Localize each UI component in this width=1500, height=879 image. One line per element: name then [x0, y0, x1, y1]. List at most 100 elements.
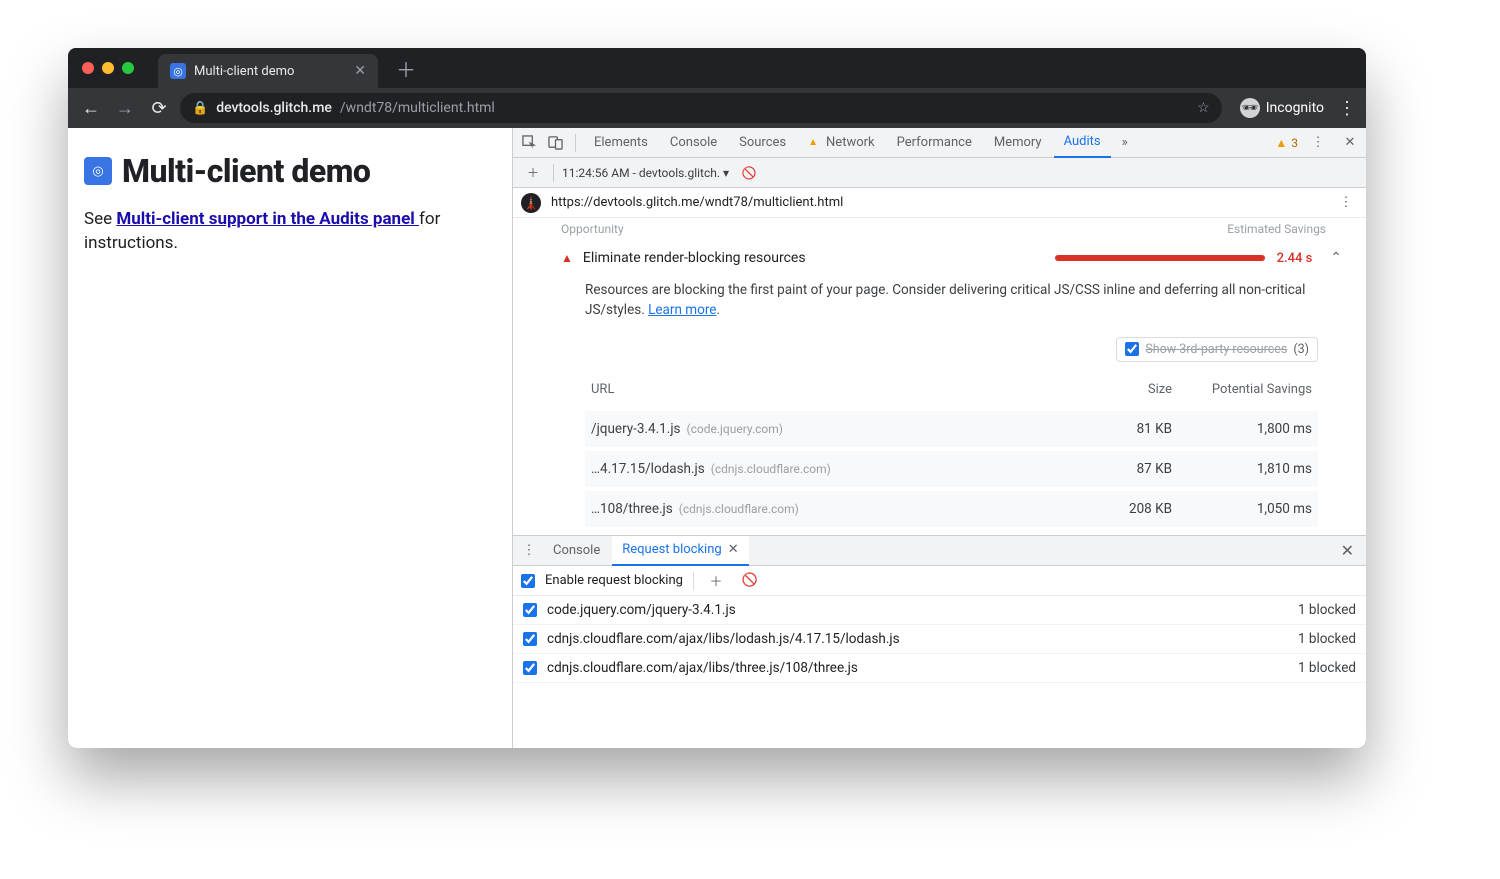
devtools-settings-icon[interactable]: ⋮: [1306, 131, 1330, 155]
table-row[interactable]: …108/three.js (cdnjs.cloudflare.com) 208…: [585, 487, 1318, 527]
tab-elements[interactable]: Elements: [584, 128, 658, 158]
browser-window: ◎ Multi-client demo ✕ ＋ ← → ⟳ 🔒 devtools…: [68, 48, 1366, 748]
tab-sources[interactable]: Sources: [729, 128, 796, 158]
warning-icon: ▲: [1275, 136, 1287, 150]
window-titlebar: ◎ Multi-client demo ✕ ＋: [68, 48, 1366, 88]
tab-close-icon[interactable]: ✕: [354, 63, 366, 79]
close-window-button[interactable]: [82, 62, 94, 74]
block-pattern: cdnjs.cloudflare.com/ajax/libs/lodash.js…: [547, 631, 900, 647]
block-row[interactable]: cdnjs.cloudflare.com/ajax/libs/lodash.js…: [513, 625, 1366, 654]
th-size: Size: [1062, 382, 1172, 397]
url-host: devtools.glitch.me: [216, 100, 332, 116]
remove-all-button[interactable]: 🚫: [738, 569, 762, 593]
block-row-checkbox[interactable]: [523, 603, 537, 617]
clear-audit-icon[interactable]: 🚫: [737, 161, 761, 185]
drawer-menu-icon[interactable]: ⋮: [517, 539, 541, 563]
audit-url-menu-icon[interactable]: ⋮: [1334, 191, 1358, 215]
lighthouse-icon: 🗼: [521, 193, 541, 213]
block-pattern: cdnjs.cloudflare.com/ajax/libs/three.js/…: [547, 660, 858, 676]
tab-title: Multi-client demo: [194, 64, 294, 79]
url-path: /wndt78/multiclient.html: [340, 100, 495, 116]
new-tab-button[interactable]: ＋: [396, 54, 416, 83]
block-count: 1 blocked: [1298, 602, 1356, 618]
more-tabs-icon[interactable]: »: [1113, 131, 1137, 155]
devtools-close-icon[interactable]: ✕: [1338, 131, 1362, 155]
tab-favicon: ◎: [170, 63, 186, 79]
fail-icon: ▲: [561, 251, 573, 265]
request-blocking-toolbar: Enable request blocking ＋ 🚫: [513, 566, 1366, 596]
audit-item: ▲ Eliminate render-blocking resources 2.…: [529, 242, 1350, 535]
opportunity-label: Opportunity: [561, 222, 624, 236]
page-heading: Multi-client demo: [122, 152, 370, 190]
savings-bar: [1055, 255, 1265, 261]
block-count: 1 blocked: [1298, 631, 1356, 647]
third-party-toggle[interactable]: Show 3rd-party resources (3): [1116, 337, 1318, 362]
block-pattern: code.jquery.com/jquery-3.4.1.js: [547, 602, 736, 618]
audited-url: https://devtools.glitch.me/wndt78/multic…: [551, 195, 843, 210]
block-row[interactable]: cdnjs.cloudflare.com/ajax/libs/three.js/…: [513, 654, 1366, 683]
url-input[interactable]: 🔒 devtools.glitch.me/wndt78/multiclient.…: [180, 93, 1222, 123]
content-area: ◎ Multi-client demo See Multi-client sup…: [68, 128, 1366, 748]
window-controls: [82, 62, 134, 74]
add-pattern-button[interactable]: ＋: [704, 569, 728, 593]
block-list: code.jquery.com/jquery-3.4.1.js 1 blocke…: [513, 596, 1366, 683]
tab-network[interactable]: Network: [798, 128, 885, 158]
th-savings: Potential Savings: [1172, 382, 1312, 398]
audit-run-select[interactable]: 11:24:56 AM - devtools.glitch. ▾: [562, 166, 729, 180]
audit-savings: 2.44 s: [1277, 251, 1313, 266]
audit-body: Opportunity Estimated Savings ▲ Eliminat…: [513, 218, 1366, 748]
resources-table: URL Size Potential Savings /jquery-3.4.1…: [585, 372, 1318, 528]
lock-icon: 🔒: [192, 101, 208, 116]
block-row[interactable]: code.jquery.com/jquery-3.4.1.js 1 blocke…: [513, 596, 1366, 625]
address-bar: ← → ⟳ 🔒 devtools.glitch.me/wndt78/multic…: [68, 88, 1366, 128]
drawer-tab-request-blocking[interactable]: Request blocking ✕: [612, 536, 748, 566]
third-party-checkbox[interactable]: [1125, 342, 1139, 356]
th-url: URL: [591, 382, 1062, 397]
page-paragraph: See Multi-client support in the Audits p…: [84, 208, 496, 256]
enable-blocking-label: Enable request blocking: [545, 573, 683, 588]
back-button[interactable]: ←: [78, 95, 104, 121]
audit-title: Eliminate render-blocking resources: [583, 250, 806, 266]
table-header: URL Size Potential Savings: [585, 372, 1318, 408]
devtools-panel: Elements Console Sources Network Perform…: [512, 128, 1366, 748]
page-link[interactable]: Multi-client support in the Audits panel: [116, 209, 419, 229]
audits-toolbar: ＋ 11:24:56 AM - devtools.glitch. ▾ 🚫: [513, 158, 1366, 188]
tab-console[interactable]: Console: [660, 128, 727, 158]
audit-description: Resources are blocking the first paint o…: [561, 280, 1342, 321]
audit-title-row[interactable]: ▲ Eliminate render-blocking resources 2.…: [561, 250, 1342, 266]
browser-tab[interactable]: ◎ Multi-client demo ✕: [158, 54, 378, 88]
incognito-indicator[interactable]: 🕶 Incognito: [1240, 98, 1324, 118]
opportunity-header: Opportunity Estimated Savings: [529, 218, 1350, 242]
third-party-label: Show 3rd-party resources: [1145, 342, 1287, 357]
webpage-viewport: ◎ Multi-client demo See Multi-client sup…: [68, 128, 512, 748]
block-row-checkbox[interactable]: [523, 632, 537, 646]
browser-menu-button[interactable]: ⋮: [1338, 98, 1356, 119]
table-row[interactable]: /jquery-3.4.1.js (code.jquery.com) 81 KB…: [585, 407, 1318, 447]
device-toggle-icon[interactable]: [543, 131, 567, 155]
learn-more-link[interactable]: Learn more: [648, 302, 716, 318]
warnings-badge[interactable]: ▲ 3: [1275, 136, 1298, 150]
incognito-label: Incognito: [1266, 100, 1324, 116]
chevron-up-icon[interactable]: ⌃: [1330, 250, 1342, 266]
block-row-checkbox[interactable]: [523, 661, 537, 675]
star-icon[interactable]: ☆: [1197, 100, 1210, 116]
reload-button[interactable]: ⟳: [146, 95, 172, 121]
table-row[interactable]: …4.17.15/lodash.js (cdnjs.cloudflare.com…: [585, 447, 1318, 487]
maximize-window-button[interactable]: [122, 62, 134, 74]
savings-bar-fill: [1055, 255, 1265, 261]
tab-audits[interactable]: Audits: [1054, 128, 1111, 158]
drawer-tab-close-icon[interactable]: ✕: [728, 542, 739, 557]
drawer-tabstrip: ⋮ Console Request blocking ✕ ✕: [513, 536, 1366, 566]
est-savings-label: Estimated Savings: [1227, 222, 1326, 236]
forward-button[interactable]: →: [112, 95, 138, 121]
inspect-element-icon[interactable]: [517, 131, 541, 155]
new-audit-button[interactable]: ＋: [521, 161, 545, 185]
audited-url-bar: 🗼 https://devtools.glitch.me/wndt78/mult…: [513, 188, 1366, 218]
tab-memory[interactable]: Memory: [984, 128, 1052, 158]
enable-blocking-checkbox[interactable]: [521, 574, 535, 588]
drawer-tab-console[interactable]: Console: [543, 536, 610, 566]
tab-performance[interactable]: Performance: [887, 128, 982, 158]
minimize-window-button[interactable]: [102, 62, 114, 74]
drawer-close-icon[interactable]: ✕: [1333, 541, 1362, 560]
warning-count: 3: [1291, 136, 1298, 150]
